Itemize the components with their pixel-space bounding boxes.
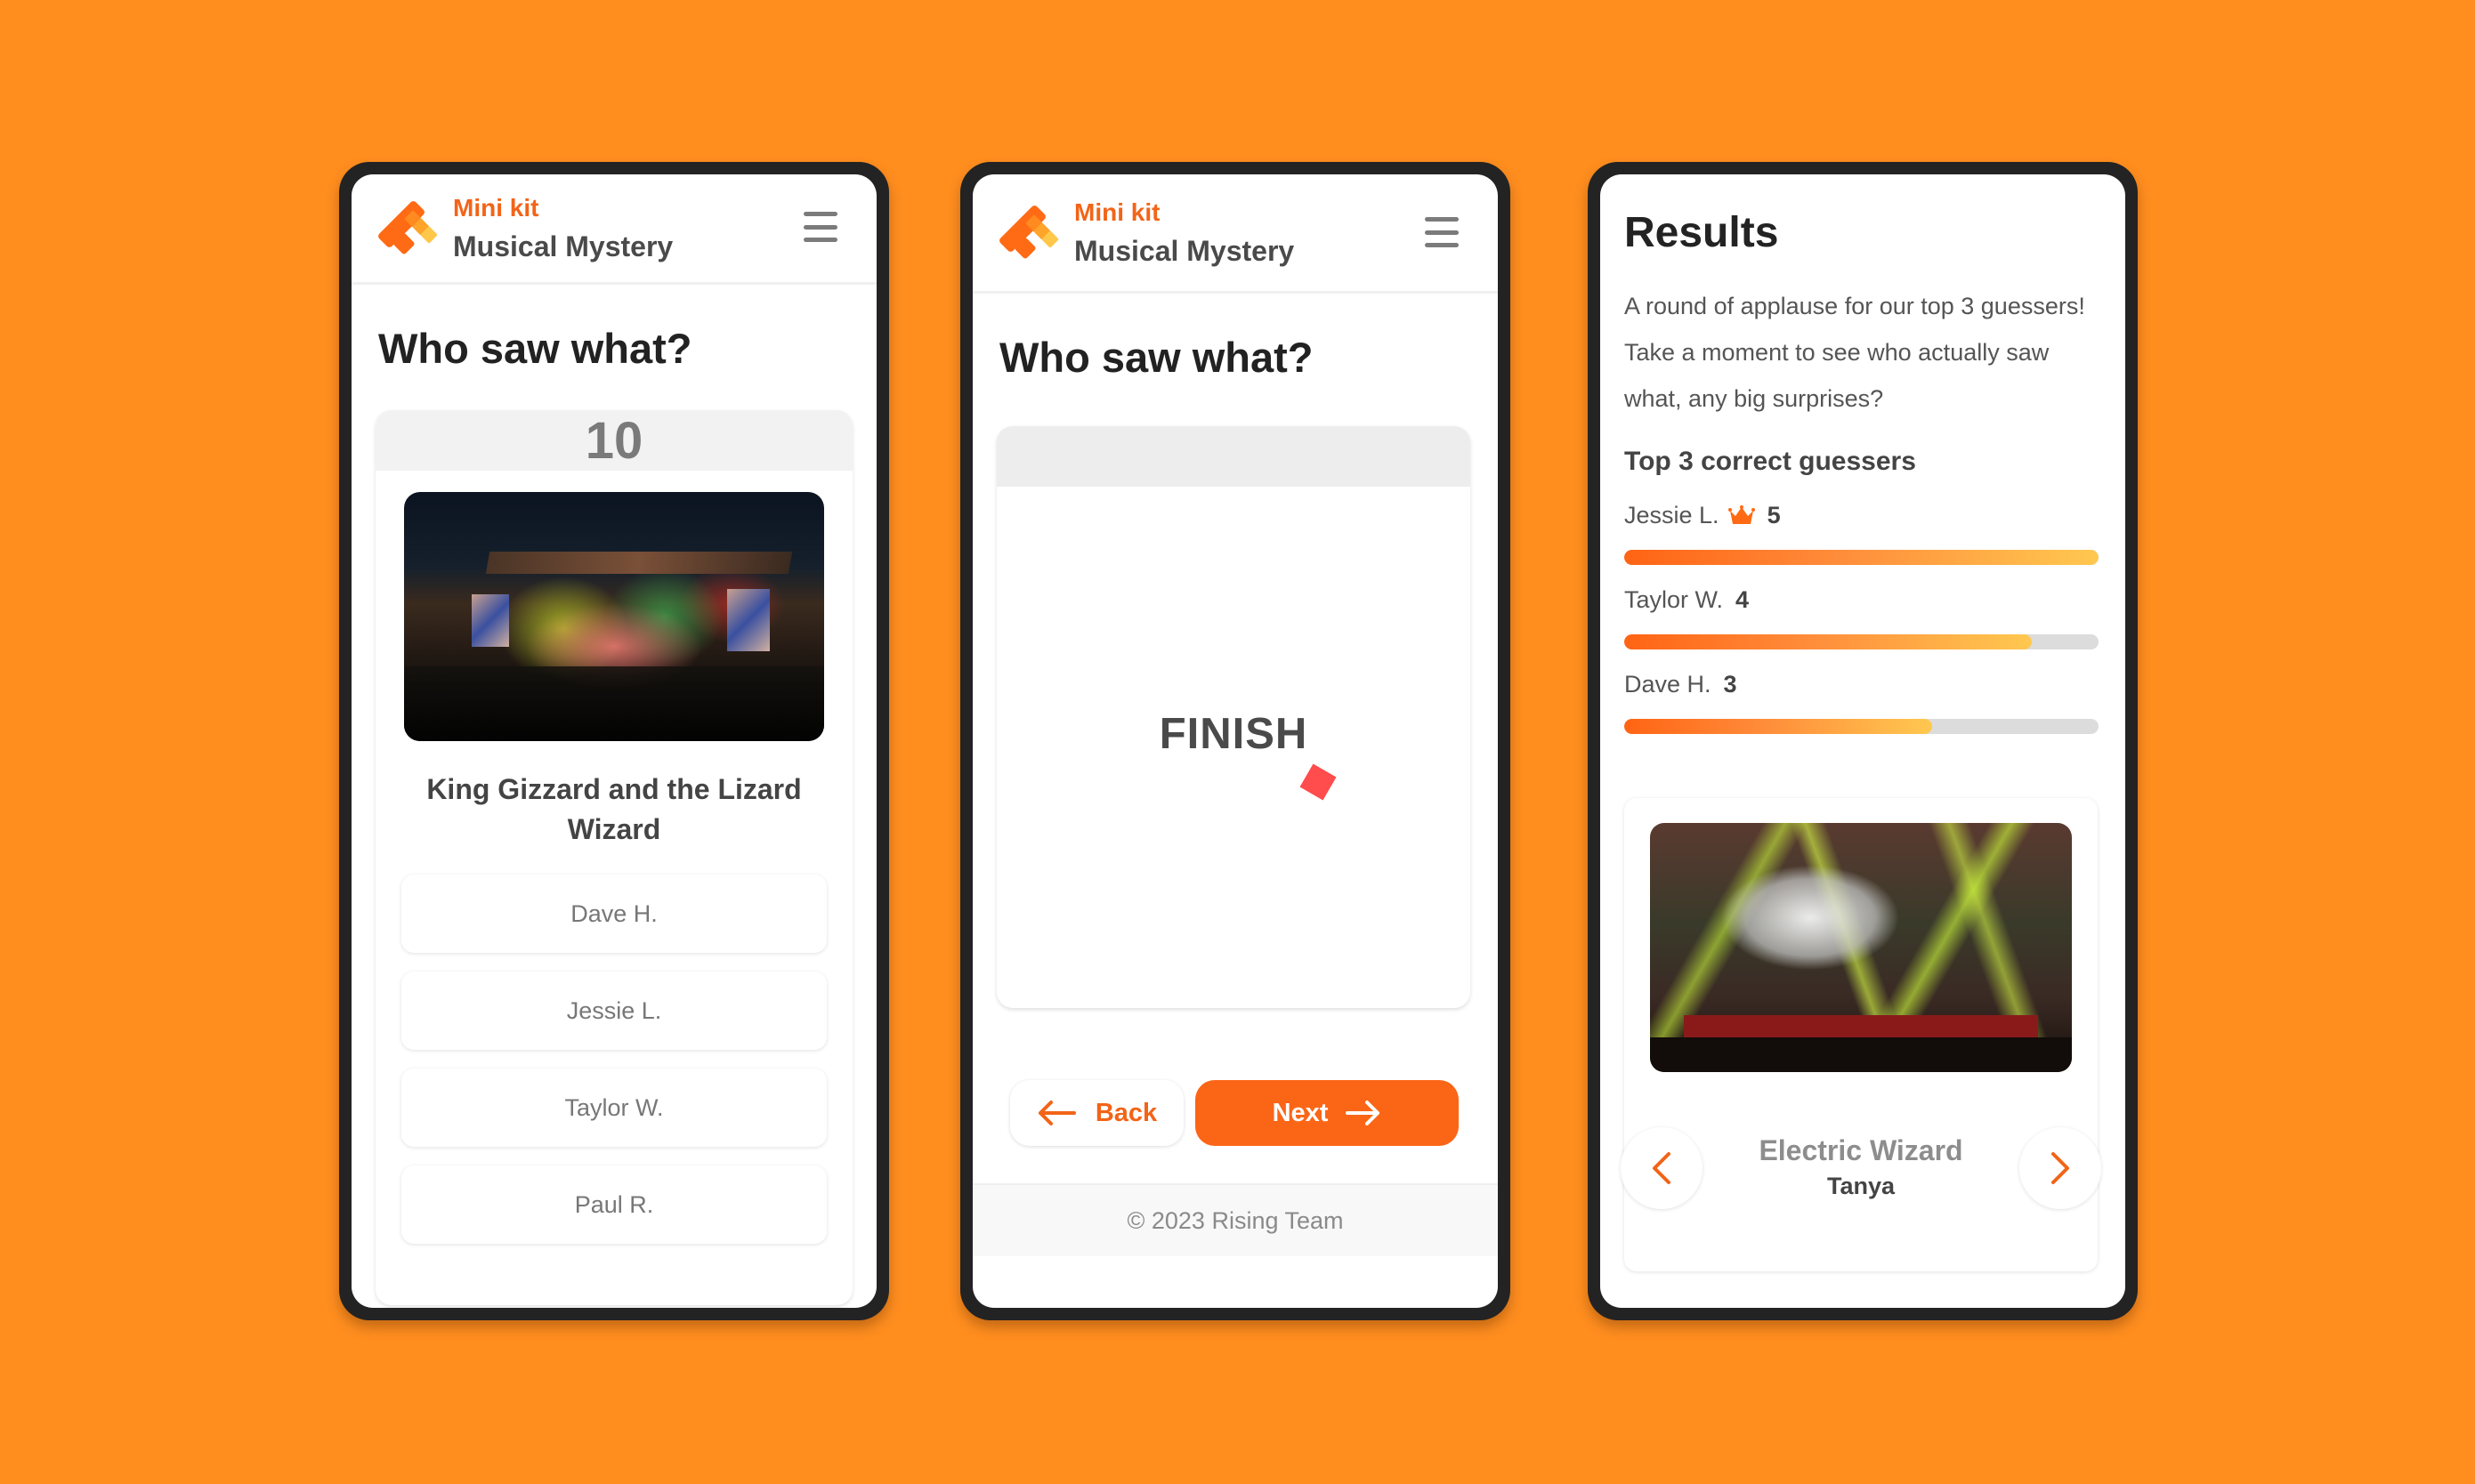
answer-option[interactable]: Paul R. [401, 1165, 827, 1244]
footer: © 2023 Rising Team [973, 1183, 1498, 1256]
leader-score: 5 [1767, 501, 1781, 528]
leaderboard-title: Top 3 correct guessers [1624, 447, 1916, 476]
quiz-card: 10 King Gizzard and the Lizard Wizard Da… [376, 410, 853, 1305]
confetti-icon [1299, 763, 1337, 801]
previous-button[interactable] [1621, 1127, 1703, 1209]
answer-option[interactable]: Jessie L. [401, 972, 827, 1050]
gallery-caption: Electric Wizard Tanya [1621, 1127, 2101, 1209]
chevron-left-icon [1653, 1152, 1670, 1184]
app-header: Mini kit Musical Mystery [973, 174, 1498, 294]
leader-row: Jessie L. 5 [1624, 495, 2099, 565]
score-progress-bar [1624, 634, 2099, 649]
phone-results: Results A round of applause for our top … [1588, 162, 2138, 1320]
concert-photo [1650, 823, 2072, 1072]
band-name: King Gizzard and the Lizard Wizard [426, 773, 802, 845]
phone-quiz-finish: Mini kit Musical Mystery Who saw what? F… [960, 162, 1510, 1320]
chevron-right-icon [2051, 1152, 2069, 1184]
countdown-timer: 10 [376, 410, 853, 471]
app-name: Musical Mystery [453, 230, 674, 262]
leaderboard: Jessie L. 5 Taylor W. 4 Dave H. 3 [1600, 477, 2125, 734]
back-label: Back [1095, 1098, 1158, 1127]
answer-option[interactable]: Taylor W. [401, 1069, 827, 1147]
menu-icon[interactable] [1425, 217, 1459, 247]
results-title: Results [1624, 209, 1779, 256]
nav-buttons: Back Next [1010, 1080, 1459, 1146]
app-name: Musical Mystery [1074, 234, 1295, 267]
leader-score: 3 [1723, 670, 1737, 698]
arrow-right-icon [1346, 1101, 1380, 1125]
page-title: Who saw what? [999, 334, 1314, 381]
card-header-band [997, 426, 1470, 487]
menu-icon[interactable] [804, 212, 837, 242]
answer-option[interactable]: Dave H. [401, 875, 827, 953]
brand: Mini kit Musical Mystery [1074, 195, 1294, 271]
leader-score: 4 [1735, 585, 1750, 613]
finish-label: FINISH [1159, 710, 1308, 758]
results-description: A round of applause for our top 3 guesse… [1624, 293, 2085, 412]
leader-name: Dave H. [1624, 670, 1711, 698]
gallery-card: Electric Wizard Tanya [1621, 798, 2101, 1271]
next-label: Next [1272, 1098, 1329, 1127]
finish-card: FINISH [997, 426, 1470, 1008]
leader-row: Dave H. 3 [1624, 664, 2099, 734]
next-button[interactable]: Next [1195, 1080, 1459, 1146]
answer-options: Dave H. Jessie L. Taylor W. Paul R. [376, 875, 853, 1244]
score-progress-bar [1624, 719, 2099, 734]
page-title: Who saw what? [378, 325, 692, 372]
brand: Mini kit Musical Mystery [453, 190, 673, 267]
app-header: Mini kit Musical Mystery [352, 174, 877, 285]
screen: Mini kit Musical Mystery Who saw what? 1… [352, 174, 877, 1308]
score-progress-bar [1624, 550, 2099, 565]
leader-name: Taylor W. [1624, 585, 1724, 613]
logo-icon [998, 203, 1059, 262]
leader-name: Jessie L. [1624, 501, 1719, 528]
kit-label: Mini kit [1074, 198, 1161, 226]
screen: Results A round of applause for our top … [1600, 174, 2125, 1308]
crown-icon [1727, 505, 1755, 524]
arrow-left-icon [1038, 1101, 1076, 1125]
leader-row: Taylor W. 4 [1624, 579, 2099, 649]
screen: Mini kit Musical Mystery Who saw what? F… [973, 174, 1498, 1308]
kit-label: Mini kit [453, 193, 539, 222]
phone-quiz-question: Mini kit Musical Mystery Who saw what? 1… [339, 162, 889, 1320]
logo-icon [376, 198, 438, 257]
concert-photo [404, 492, 824, 741]
back-button[interactable]: Back [1010, 1080, 1184, 1146]
next-button[interactable] [2019, 1127, 2101, 1209]
